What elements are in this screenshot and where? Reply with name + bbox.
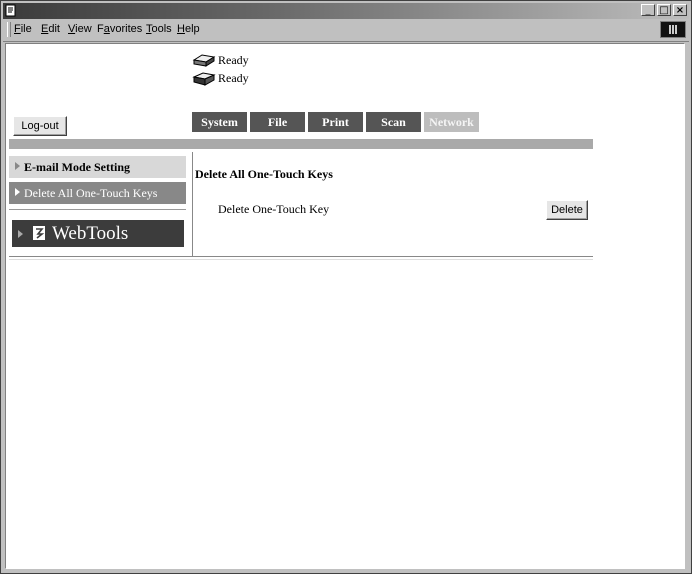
menubar-grip	[7, 22, 11, 37]
sidebar-item-label: Delete All One-Touch Keys	[24, 186, 158, 200]
sidebar-item-email-mode-setting[interactable]: E-mail Mode Setting	[9, 156, 186, 178]
browser-window: _ □ × File Edit View Favorites Tools Hel…	[0, 0, 692, 574]
menu-bar: File Edit View Favorites Tools Help	[3, 19, 689, 42]
content-bottom-divider	[9, 256, 593, 260]
app-icon	[5, 4, 16, 17]
page-viewport: Ready Ready Log-out System File Print Sc…	[5, 43, 685, 569]
close-button[interactable]: ×	[673, 4, 687, 16]
header-divider-band	[9, 139, 593, 149]
menu-help[interactable]: Help	[177, 23, 200, 36]
menu-edit[interactable]: Edit	[41, 23, 60, 36]
printer-icon	[192, 54, 216, 67]
maximize-button[interactable]: □	[657, 4, 671, 16]
tab-network: Network	[424, 112, 479, 132]
arrow-right-icon	[15, 162, 20, 170]
webtools-link[interactable]: WebTools	[12, 220, 184, 247]
arrow-right-icon	[15, 188, 20, 196]
vertical-divider	[192, 152, 193, 256]
printer-status-2: Ready	[192, 69, 249, 87]
status-text: Ready	[218, 52, 249, 67]
main-tabs: System File Print Scan Network	[192, 112, 479, 132]
menu-file[interactable]: File	[14, 23, 32, 36]
menu-view[interactable]: View	[68, 23, 92, 36]
tab-system[interactable]: System	[192, 112, 247, 132]
menu-favorites[interactable]: Favorites	[97, 23, 142, 36]
scanner-icon	[192, 72, 216, 86]
arrow-right-icon	[18, 230, 23, 238]
logout-button[interactable]: Log-out	[13, 116, 67, 136]
page-title: Delete All One-Touch Keys	[195, 167, 333, 181]
menu-tools[interactable]: Tools	[146, 23, 172, 36]
sidebar-item-delete-all-one-touch-keys[interactable]: Delete All One-Touch Keys	[9, 182, 186, 204]
delete-button[interactable]: Delete	[546, 200, 588, 220]
sidebar-item-label: E-mail Mode Setting	[24, 160, 130, 174]
tab-file[interactable]: File	[250, 112, 305, 132]
status-text: Ready	[218, 70, 249, 85]
windows-logo-icon	[660, 21, 686, 38]
printer-status-1: Ready	[192, 51, 249, 69]
minimize-button[interactable]: _	[641, 4, 655, 16]
webtools-logo-icon	[33, 226, 45, 240]
webtools-label: WebTools	[52, 223, 129, 244]
delete-one-touch-key-label: Delete One-Touch Key	[218, 202, 330, 216]
title-bar[interactable]: _ □ ×	[3, 3, 689, 19]
tab-print[interactable]: Print	[308, 112, 363, 132]
tab-scan[interactable]: Scan	[366, 112, 421, 132]
sidebar-divider	[9, 209, 186, 210]
